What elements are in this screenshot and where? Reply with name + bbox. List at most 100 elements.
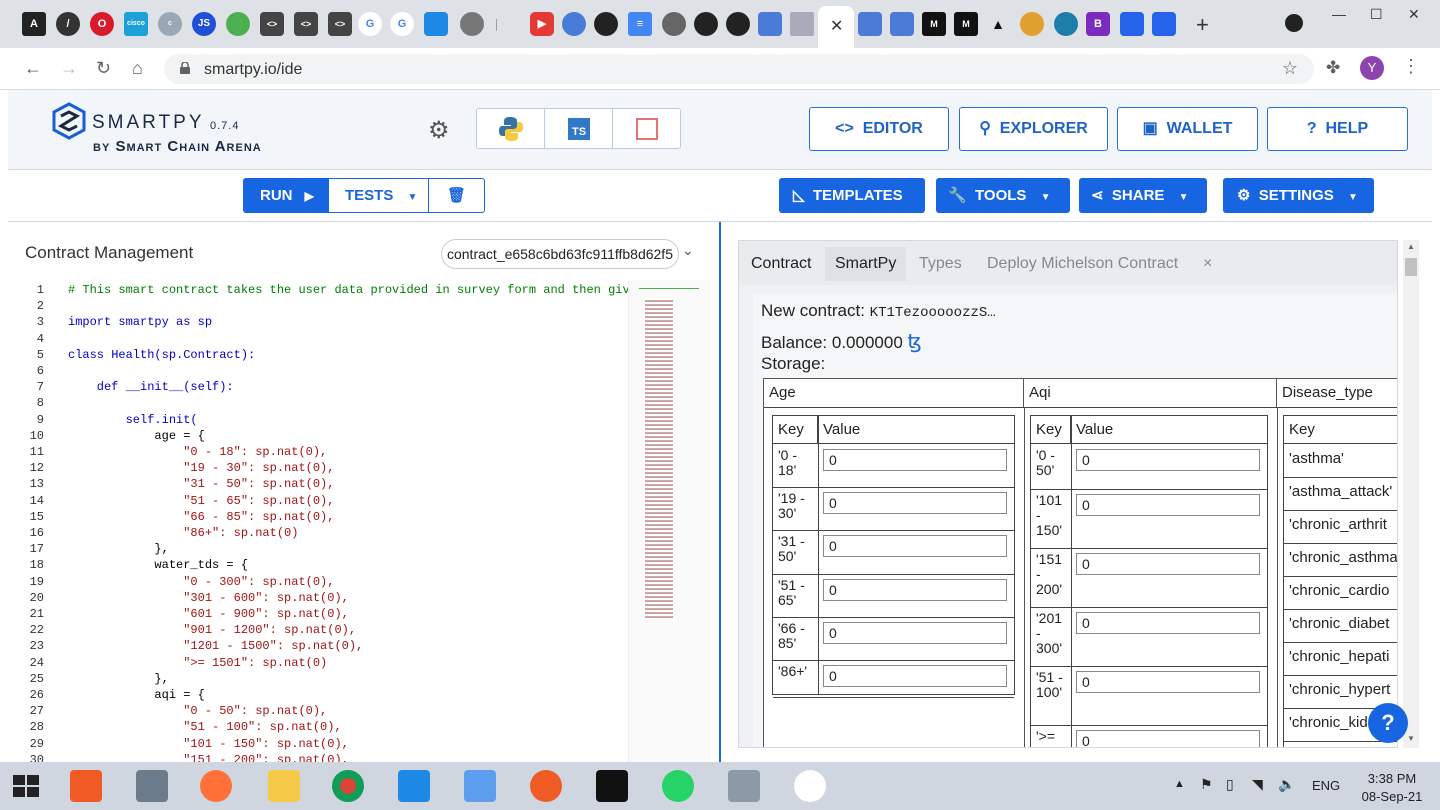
extensions-icon[interactable]: ✤ (1326, 58, 1340, 78)
home-icon[interactable]: ⌂ (132, 58, 143, 79)
settings-button[interactable]: ⚙ SETTINGS ▼ (1223, 178, 1374, 213)
code-line[interactable]: "901 - 1200": sp.nat(0), (68, 622, 356, 638)
code-line[interactable]: ">= 1501": sp.nat(0) (68, 655, 327, 671)
map-value-input[interactable]: 0 (823, 579, 1007, 601)
tab-favicon-icon[interactable]: M (922, 12, 946, 36)
language-indicator[interactable]: ENG (1312, 778, 1340, 793)
scrollbar[interactable]: ▲ ▼ (1403, 240, 1419, 748)
forward-icon[interactable]: → (60, 58, 78, 79)
tab-favicon-icon[interactable]: G (358, 12, 382, 36)
code-minimap[interactable] (628, 280, 711, 762)
calculator-icon[interactable] (728, 770, 760, 802)
map-value-input[interactable]: 0 (823, 535, 1007, 557)
share-button[interactable]: ⋖ SHARE ▼ (1079, 178, 1207, 213)
firefox-icon[interactable] (200, 770, 232, 802)
tab-types[interactable]: Types (909, 247, 972, 281)
tab-favicon-icon[interactable] (858, 12, 882, 36)
code-line[interactable]: class Health(sp.Contract): (68, 347, 255, 363)
code-line[interactable]: "19 - 30": sp.nat(0), (68, 460, 334, 476)
contract-address[interactable]: KT1TezooooozzS… (870, 305, 996, 321)
volume-icon[interactable]: 🔈 (1278, 776, 1295, 793)
close-window-icon[interactable]: ✕ (1408, 6, 1420, 23)
tab-favicon-icon[interactable] (1120, 12, 1144, 36)
tests-button[interactable]: TESTS ▼ (328, 178, 429, 213)
tab-favicon-icon[interactable] (424, 12, 448, 36)
map-value-input[interactable]: 0 (1076, 671, 1260, 693)
tab-favicon-icon[interactable]: <> (294, 12, 318, 36)
avatar[interactable]: Y (1360, 56, 1384, 80)
reload-icon[interactable]: ↻ (96, 58, 111, 79)
map-value-input[interactable]: 0 (1076, 553, 1260, 575)
code-line[interactable]: "151 - 200": sp.nat(0), (68, 752, 349, 762)
python-language-button[interactable] (477, 109, 545, 148)
code-editor[interactable]: 1 # This smart contract takes the user da… (8, 280, 628, 762)
tab-favicon-icon[interactable] (460, 12, 484, 36)
tab-favicon-icon[interactable]: / (56, 12, 80, 36)
close-icon[interactable]: ✕ (830, 16, 843, 36)
tools-button[interactable]: 🔧 TOOLS ▼ (936, 178, 1070, 213)
app-icon[interactable] (136, 770, 168, 802)
code-line[interactable]: "86+": sp.nat(0) (68, 525, 298, 541)
map-value-input[interactable]: 0 (1076, 449, 1260, 471)
tab-favicon-icon[interactable]: O (90, 12, 114, 36)
typescript-language-button[interactable]: TS (545, 109, 613, 148)
url-text[interactable]: smartpy.io/ide (204, 61, 302, 79)
map-value-input[interactable]: 0 (823, 492, 1007, 514)
editor-button[interactable]: <> EDITOR (809, 107, 949, 151)
code-line[interactable]: aqi = { (68, 687, 204, 703)
code-line[interactable]: def __init__(self): (68, 379, 234, 395)
tab-favicon-icon[interactable]: A (22, 12, 46, 36)
vscode-icon[interactable] (398, 770, 430, 802)
code-line[interactable]: "31 - 50": sp.nat(0), (68, 476, 334, 492)
run-button[interactable]: RUN ▶ (243, 178, 328, 213)
tab-smartpy[interactable]: SmartPy (825, 247, 907, 281)
postman-icon[interactable] (530, 770, 562, 802)
map-value-input[interactable]: 0 (823, 665, 1007, 687)
tab-favicon-icon[interactable]: <> (328, 12, 352, 36)
code-line[interactable]: "51 - 100": sp.nat(0), (68, 719, 341, 735)
tab-favicon-icon[interactable]: G (390, 12, 414, 36)
tab-favicon-icon[interactable] (662, 12, 686, 36)
brave-icon[interactable] (70, 770, 102, 802)
tab-deploy-michelson[interactable]: Deploy Michelson Contract (977, 247, 1188, 281)
tab-contract[interactable]: Contract (741, 247, 821, 281)
tab-search-icon[interactable] (1285, 14, 1303, 32)
code-line[interactable]: }, (68, 541, 168, 557)
menu-icon[interactable]: ⋮ (1402, 56, 1420, 77)
bookmark-star-icon[interactable]: ☆ (1282, 58, 1298, 79)
scroll-up-icon[interactable]: ▲ (1407, 242, 1415, 251)
tab-favicon-icon[interactable] (890, 12, 914, 36)
mongodb-icon[interactable] (794, 770, 826, 802)
templates-button[interactable]: ◺ TEMPLATES (779, 178, 925, 213)
code-line[interactable]: "0 - 300": sp.nat(0), (68, 574, 334, 590)
code-line[interactable]: "66 - 85": sp.nat(0), (68, 509, 334, 525)
tab-favicon-icon[interactable] (790, 12, 814, 36)
tab-favicon-icon[interactable]: ▶ (530, 12, 554, 36)
chevron-down-icon[interactable]: ⌄ (682, 242, 694, 259)
map-value-input[interactable]: 0 (1076, 612, 1260, 634)
chevron-up-icon[interactable]: ▲ (1174, 778, 1185, 790)
code-line[interactable]: "0 - 50": sp.nat(0), (68, 703, 327, 719)
explorer-button[interactable]: ⚲ EXPLORER (959, 107, 1108, 151)
chrome-icon[interactable] (332, 770, 364, 802)
tab-favicon-icon[interactable]: B (1086, 12, 1110, 36)
tab-favicon-icon[interactable]: cisco (124, 12, 148, 36)
tab-favicon-icon[interactable]: M (954, 12, 978, 36)
clock[interactable]: 3:38 PM 08-Sep-21 (1352, 770, 1432, 806)
tab-favicon-icon[interactable]: c (158, 12, 182, 36)
scroll-down-icon[interactable]: ▼ (1407, 734, 1415, 743)
active-tab[interactable]: ✕ (818, 6, 854, 48)
windows-start-icon[interactable] (10, 770, 42, 802)
address-bar[interactable]: smartpy.io/ide ☆ (164, 54, 1314, 84)
tab-favicon-icon[interactable] (694, 12, 718, 36)
tab-favicon-icon[interactable] (726, 12, 750, 36)
code-line[interactable]: age = { (68, 428, 204, 444)
wifi-icon[interactable]: ◥ (1252, 776, 1263, 793)
tab-favicon-icon[interactable] (226, 12, 250, 36)
tab-favicon-icon[interactable] (1054, 12, 1078, 36)
map-value-input[interactable]: 0 (1076, 730, 1260, 747)
code-line[interactable]: "51 - 65": sp.nat(0), (68, 493, 334, 509)
code-line[interactable]: import smartpy as sp (68, 314, 212, 330)
map-value-input[interactable]: 0 (823, 622, 1007, 644)
code-line[interactable]: water_tds = { (68, 557, 248, 573)
